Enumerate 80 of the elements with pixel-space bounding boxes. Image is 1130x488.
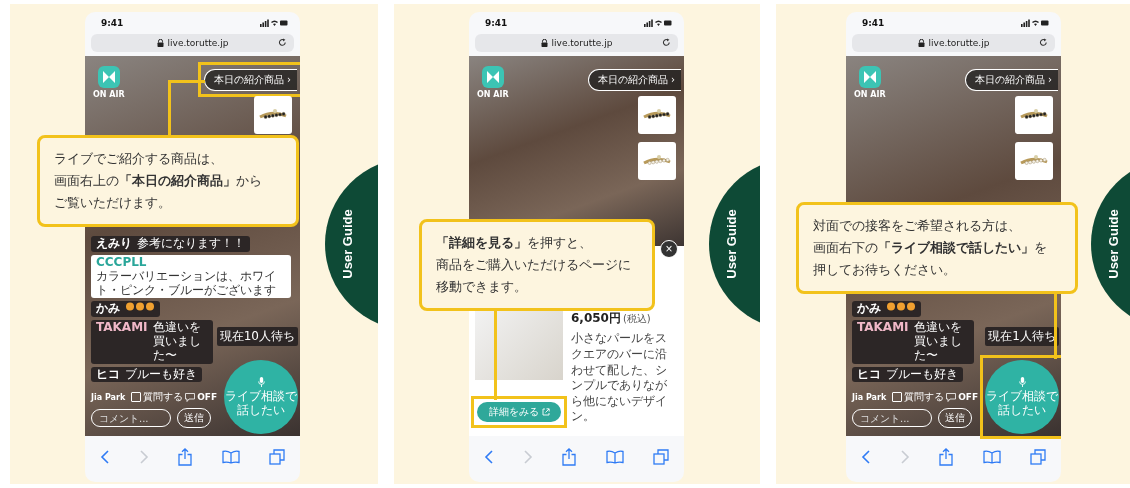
product-thumbnail[interactable] [1015, 95, 1053, 134]
url-text: live.torutte.jp [551, 37, 613, 48]
tax-note: (税込) [622, 312, 651, 327]
lock-icon [156, 38, 164, 47]
reload-icon[interactable] [662, 37, 671, 47]
emojis-icon [886, 302, 916, 312]
user-guide-label: User Guide [1105, 209, 1121, 279]
comment-icon[interactable] [185, 392, 196, 402]
lock-icon [917, 38, 925, 47]
status-time: 9:41 [101, 17, 124, 28]
chat-username: ヒコ [857, 367, 881, 382]
bookmarks-icon[interactable] [605, 450, 624, 465]
callout-text: ライブでご紹介する商品は、 画面右上の「本日の紹介商品」から ご覧いただけます。 [37, 135, 299, 228]
bookmarks-icon[interactable] [221, 450, 240, 465]
product-thumbnail[interactable] [638, 95, 676, 134]
chat-text: 色違いを買いました〜 [152, 321, 202, 363]
product-thumbnail[interactable] [638, 141, 676, 180]
microphone-icon [257, 376, 265, 387]
reload-icon[interactable] [278, 37, 287, 47]
back-icon[interactable] [99, 450, 110, 465]
reload-icon[interactable] [1039, 37, 1048, 47]
viewer-name: Jia Park [91, 392, 126, 402]
callout-text: 「詳細を見る」を押すと、 商品をご購入いただけるページに 移動できます。 [419, 219, 655, 312]
status-time: 9:41 [485, 17, 508, 28]
chat-username: CCCPLL [96, 256, 147, 270]
product-thumbnail[interactable] [1015, 141, 1053, 180]
chat-text: ブルーも好き [886, 367, 958, 382]
comment-field[interactable]: コメント... [91, 409, 171, 428]
bookmarks-icon[interactable] [982, 450, 1001, 465]
tabs-icon[interactable] [653, 449, 670, 466]
share-icon[interactable] [939, 448, 954, 467]
lock-icon [540, 38, 548, 47]
status-icons [644, 18, 672, 27]
comments-toggle[interactable]: OFF [197, 392, 218, 403]
on-air-label: ON AIR [854, 89, 886, 99]
question-label: 質問する [143, 390, 184, 405]
address-bar[interactable]: live.torutte.jp [852, 33, 1055, 52]
callout-text: 対面での接客をご希望される方は、 画面右下の「ライブ相談で話したい」を 押してお待ちください。 [796, 202, 1078, 295]
question-checkbox[interactable] [131, 392, 142, 403]
share-icon[interactable] [178, 448, 193, 467]
product-price: 6,050円 [571, 310, 621, 328]
tabs-icon[interactable] [269, 449, 286, 466]
user-guide-label: User Guide [723, 209, 739, 279]
external-link-icon [541, 408, 550, 417]
comments-toggle[interactable]: OFF [958, 392, 979, 403]
chat-text: ブルーも好き [125, 367, 197, 382]
chat-username: えみり [96, 237, 132, 251]
microphone-icon [1018, 376, 1026, 387]
chat-username: TAKAMI [857, 321, 909, 335]
chat-username: かみ [96, 302, 120, 317]
emojis-icon [125, 302, 155, 312]
user-guide-label: User Guide [339, 209, 355, 279]
question-label: 質問する [904, 390, 945, 405]
on-air-label: ON AIR [477, 89, 509, 99]
status-icons [1021, 18, 1049, 27]
url-text: live.torutte.jp [167, 37, 229, 48]
address-bar[interactable]: live.torutte.jp [475, 33, 678, 52]
chat-username: TAKAMI [96, 321, 148, 335]
viewer-name: Jia Park [852, 392, 887, 402]
chat-text: 色違いを買いました〜 [913, 321, 963, 363]
on-air-label: ON AIR [93, 89, 125, 99]
status-time: 9:41 [862, 17, 885, 28]
comment-icon[interactable] [946, 392, 957, 402]
product-description: 小さなパールをスクエアのバーに沿わせて配した、シンプルでありながら他にないデザイン。 [571, 331, 668, 425]
product-thumbnail[interactable] [254, 95, 292, 134]
chat-username: ヒコ [96, 367, 120, 382]
status-icons [260, 18, 288, 27]
share-icon[interactable] [562, 448, 577, 467]
back-icon[interactable] [483, 450, 494, 465]
waiting-count: 現在1人待ち [985, 327, 1059, 347]
chat-text: カラーバリエーションは、ホワイト・ピンク・ブルーがございます [96, 269, 277, 298]
waiting-count: 現在10人待ち [216, 327, 298, 347]
url-text: live.torutte.jp [928, 37, 990, 48]
tabs-icon[interactable] [1030, 449, 1047, 466]
back-icon[interactable] [860, 450, 871, 465]
address-bar[interactable]: live.torutte.jp [91, 33, 294, 52]
comment-field[interactable]: コメント... [852, 409, 932, 428]
question-checkbox[interactable] [892, 392, 903, 403]
chat-text: 参考になります！！ [137, 237, 245, 251]
chat-username: かみ [857, 302, 881, 317]
